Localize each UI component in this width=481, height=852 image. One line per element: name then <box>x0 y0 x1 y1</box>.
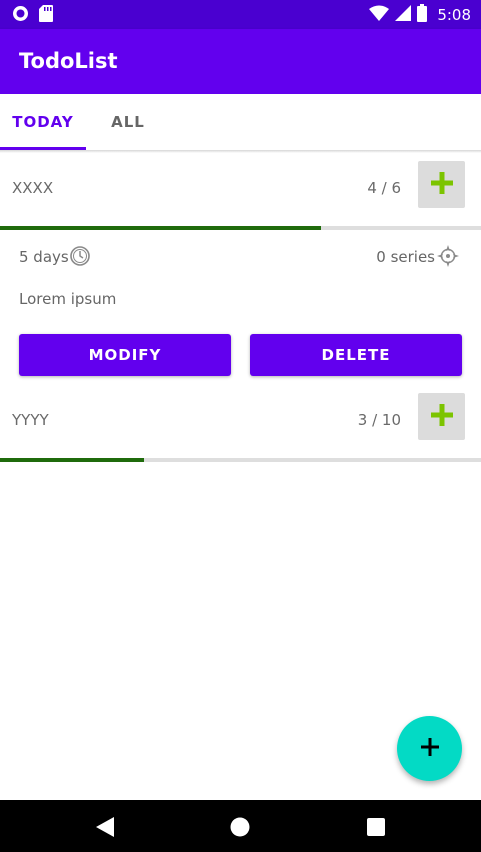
signal-icon <box>395 5 412 25</box>
plus-icon <box>420 737 439 760</box>
tab-today[interactable]: TODAY <box>0 94 86 150</box>
plus-icon <box>430 403 453 430</box>
status-bar: 5:08 <box>0 0 481 29</box>
task-progress-bar <box>0 226 481 230</box>
task-count: 3 / 10 <box>357 411 401 429</box>
clock-icon <box>70 246 90 270</box>
add-progress-button[interactable] <box>418 161 465 208</box>
tab-all[interactable]: ALL <box>86 94 170 150</box>
add-progress-button[interactable] <box>418 393 465 440</box>
task-days: 5 days <box>19 248 69 266</box>
task-progress-bar <box>0 458 481 462</box>
modify-button[interactable]: MODIFY <box>19 334 231 376</box>
battery-icon <box>417 4 428 26</box>
back-icon[interactable] <box>96 817 114 841</box>
status-time: 5:08 <box>437 6 471 24</box>
target-icon <box>437 245 459 271</box>
task-progress-fill <box>0 458 145 462</box>
status-right-icons: 5:08 <box>369 4 471 26</box>
task-description: Lorem ipsum <box>19 290 117 308</box>
task-series: 0 series <box>376 248 435 266</box>
recents-icon[interactable] <box>367 818 385 840</box>
delete-button[interactable]: DELETE <box>250 334 462 376</box>
add-task-fab[interactable] <box>397 716 462 781</box>
system-nav-bar <box>0 800 481 852</box>
app-title: TodoList <box>19 49 118 73</box>
task-details: 5 days 0 series <box>0 242 481 272</box>
tab-bar: TODAY ALL <box>0 94 481 150</box>
sd-card-icon <box>39 5 53 26</box>
status-left-icons <box>12 5 53 26</box>
home-icon[interactable] <box>230 817 250 841</box>
task-name: YYYY <box>12 411 49 429</box>
task-name: XXXX <box>12 179 54 197</box>
task-row[interactable]: YYYY 3 / 10 <box>0 385 481 447</box>
notification-circle-icon <box>12 5 29 26</box>
task-count: 4 / 6 <box>367 179 401 197</box>
plus-icon <box>430 171 453 198</box>
wifi-icon <box>369 5 390 25</box>
task-progress-fill <box>0 226 321 230</box>
app-bar: TodoList <box>0 29 481 94</box>
task-row[interactable]: XXXX 4 / 6 <box>0 153 481 215</box>
